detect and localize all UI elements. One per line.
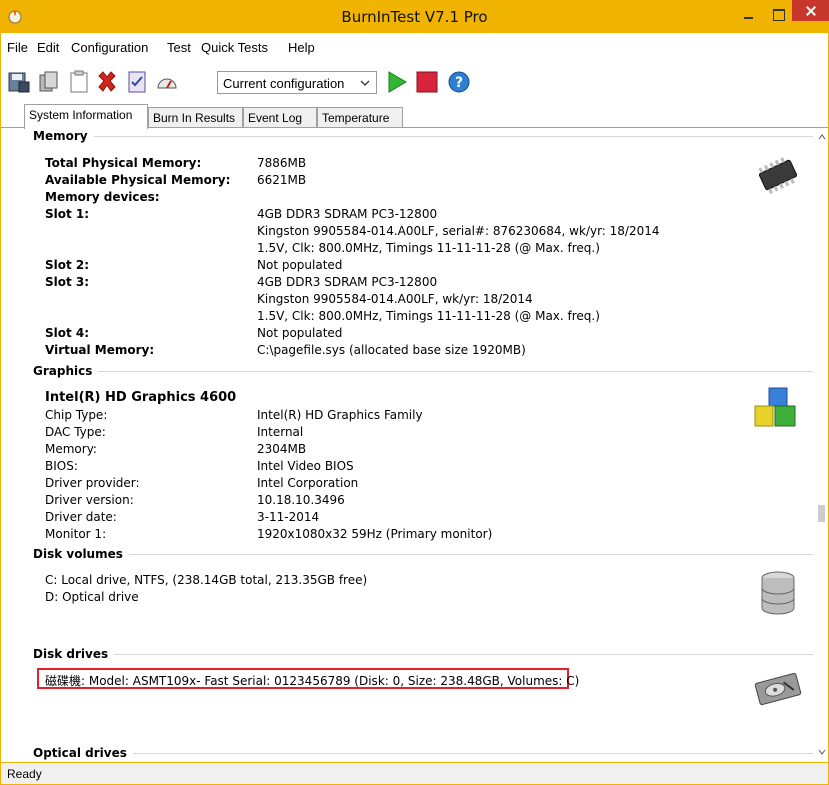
memory-label: Available Physical Memory: bbox=[45, 173, 231, 187]
highlighted-disk-drive: 磁碟機: Model: ASMT109x- Fast Serial: 01234… bbox=[37, 668, 579, 689]
disk-drives-divider bbox=[33, 654, 813, 655]
maximize-button[interactable] bbox=[769, 5, 787, 23]
memory-value: 6621MB bbox=[257, 173, 307, 187]
scrollbar-thumb[interactable] bbox=[818, 505, 825, 522]
toolbar: Current configuration ? bbox=[0, 64, 829, 102]
graphics-label: BIOS: bbox=[45, 459, 78, 473]
graphics-label: Chip Type: bbox=[45, 408, 108, 422]
status-bar: Ready bbox=[0, 763, 829, 785]
graphics-value: 3-11-2014 bbox=[257, 510, 320, 524]
graphics-cubes-icon bbox=[754, 387, 796, 427]
memory-value: 1.5V, Clk: 800.0MHz, Timings 11-11-11-28… bbox=[257, 309, 600, 323]
memory-label: Virtual Memory: bbox=[45, 343, 155, 357]
close-button[interactable] bbox=[792, 0, 829, 21]
memory-value: 7886MB bbox=[257, 156, 307, 170]
menu-help[interactable]: Help bbox=[288, 40, 315, 55]
chevron-down-icon bbox=[360, 80, 370, 86]
copy-icon[interactable] bbox=[37, 70, 61, 94]
memory-label: Slot 3: bbox=[45, 275, 90, 289]
menu-file[interactable]: File bbox=[7, 40, 28, 55]
graphics-label: Driver version: bbox=[45, 493, 134, 507]
play-icon[interactable] bbox=[385, 70, 409, 94]
minimize-button[interactable] bbox=[740, 5, 758, 23]
tab-strip: System Information Burn In Results Event… bbox=[0, 102, 829, 129]
graphics-label: Monitor 1: bbox=[45, 527, 107, 541]
disk-volume-item: D: Optical drive bbox=[45, 590, 139, 604]
save-results-icon[interactable] bbox=[7, 70, 31, 94]
memory-value: 4GB DDR3 SDRAM PC3-12800 bbox=[257, 207, 438, 221]
memory-value: Kingston 9905584-014.A00LF, wk/yr: 18/20… bbox=[257, 292, 533, 306]
tab-system-information[interactable]: System Information bbox=[24, 104, 148, 129]
title-bar: BurnInTest V7.1 Pro bbox=[0, 0, 829, 33]
database-icon bbox=[761, 571, 795, 615]
disk-drive-item: 磁碟機: Model: ASMT109x- Fast Serial: 01234… bbox=[45, 674, 580, 688]
memory-chip-icon bbox=[758, 157, 798, 195]
svg-text:?: ? bbox=[455, 75, 463, 91]
graphics-value: Intel(R) HD Graphics Family bbox=[257, 408, 423, 422]
disk-volume-item: C: Local drive, NTFS, (238.14GB total, 2… bbox=[45, 573, 368, 587]
window-title: BurnInTest V7.1 Pro bbox=[341, 8, 488, 26]
memory-value: C:\pagefile.sys (allocated base size 192… bbox=[257, 343, 526, 357]
menu-configuration[interactable]: Configuration bbox=[71, 40, 148, 55]
system-information-panel: Memory Total Physical Memory: 7886MB Ava… bbox=[0, 127, 829, 763]
memory-heading: Memory bbox=[33, 129, 94, 143]
menu-quick-tests[interactable]: Quick Tests bbox=[201, 40, 268, 55]
tab-event-log[interactable]: Event Log bbox=[243, 107, 317, 128]
status-text: Ready bbox=[7, 767, 42, 781]
checklist-icon[interactable] bbox=[125, 70, 149, 94]
tab-burn-in-results[interactable]: Burn In Results bbox=[148, 107, 243, 128]
graphics-value: 10.18.10.3496 bbox=[257, 493, 345, 507]
menu-test[interactable]: Test bbox=[167, 40, 191, 55]
memory-divider bbox=[33, 136, 813, 137]
graphics-label: Driver provider: bbox=[45, 476, 140, 490]
menu-edit[interactable]: Edit bbox=[37, 40, 59, 55]
graphics-value: 2304MB bbox=[257, 442, 307, 456]
memory-label: Memory devices: bbox=[45, 190, 160, 204]
disk-volumes-heading: Disk volumes bbox=[33, 547, 129, 561]
vertical-scrollbar[interactable] bbox=[816, 128, 828, 762]
stop-icon[interactable] bbox=[415, 70, 439, 94]
delete-icon[interactable] bbox=[95, 70, 119, 94]
disk-drives-heading: Disk drives bbox=[33, 647, 115, 661]
graphics-heading: Graphics bbox=[33, 364, 99, 378]
graphics-label: Driver date: bbox=[45, 510, 117, 524]
scroll-up-icon[interactable] bbox=[818, 133, 826, 141]
memory-value: 1.5V, Clk: 800.0MHz, Timings 11-11-11-28… bbox=[257, 241, 600, 255]
disk-volumes-divider bbox=[33, 554, 813, 555]
clipboard-icon[interactable] bbox=[67, 70, 91, 94]
scroll-down-icon[interactable] bbox=[818, 748, 826, 756]
configuration-select[interactable]: Current configuration bbox=[217, 71, 377, 94]
memory-label: Slot 4: bbox=[45, 326, 90, 340]
graphics-label: Memory: bbox=[45, 442, 97, 456]
memory-value: 4GB DDR3 SDRAM PC3-12800 bbox=[257, 275, 438, 289]
memory-value: Not populated bbox=[257, 258, 343, 272]
memory-value: Kingston 9905584-014.A00LF, serial#: 876… bbox=[257, 224, 660, 238]
hard-drive-icon bbox=[754, 672, 802, 706]
memory-label: Total Physical Memory: bbox=[45, 156, 202, 170]
help-icon[interactable]: ? bbox=[447, 70, 471, 94]
memory-value: Not populated bbox=[257, 326, 343, 340]
menu-bar: File Edit Configuration Test Quick Tests… bbox=[0, 33, 829, 64]
graphics-adapter-name: Intel(R) HD Graphics 4600 bbox=[45, 390, 237, 405]
tab-temperature[interactable]: Temperature bbox=[317, 107, 403, 128]
graphics-label: DAC Type: bbox=[45, 425, 106, 439]
memory-label: Slot 2: bbox=[45, 258, 90, 272]
graphics-value: Intel Video BIOS bbox=[257, 459, 354, 473]
graphics-value: Intel Corporation bbox=[257, 476, 359, 490]
graphics-value: Internal bbox=[257, 425, 304, 439]
memory-label: Slot 1: bbox=[45, 207, 90, 221]
graphics-divider bbox=[33, 371, 813, 372]
configuration-select-value: Current configuration bbox=[223, 76, 345, 91]
gauge-icon[interactable] bbox=[155, 70, 179, 94]
optical-drives-divider bbox=[33, 753, 813, 754]
optical-drives-heading: Optical drives bbox=[33, 746, 133, 760]
graphics-value: 1920x1080x32 59Hz (Primary monitor) bbox=[257, 527, 493, 541]
